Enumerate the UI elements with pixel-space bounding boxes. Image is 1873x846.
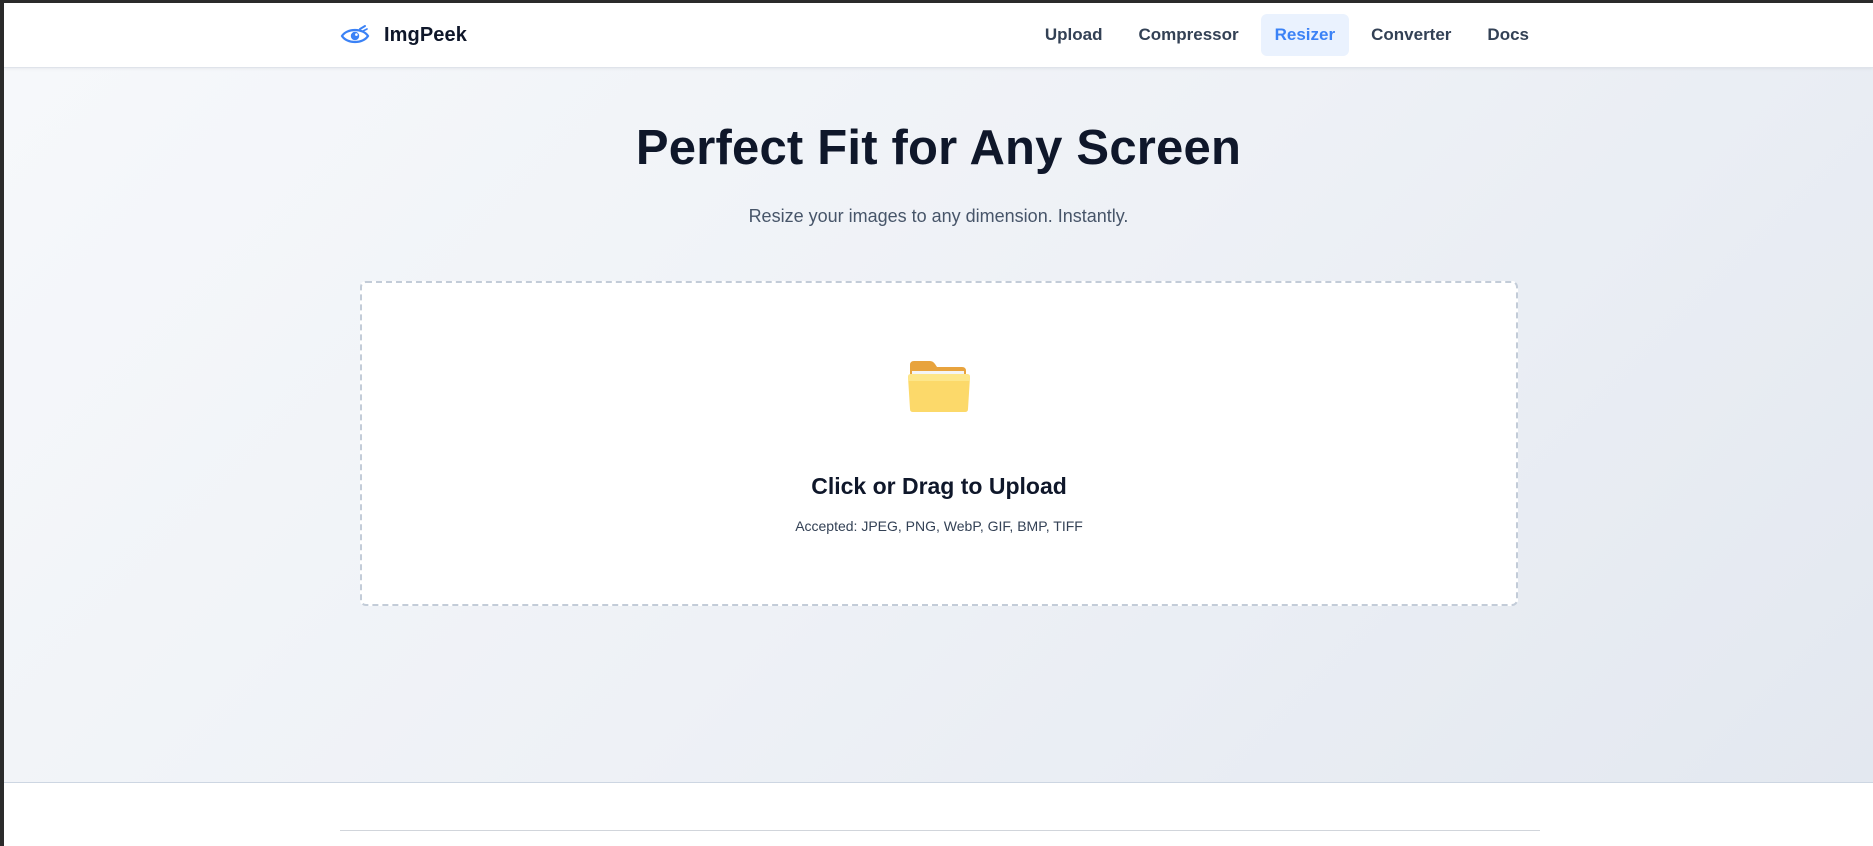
brand-name: ImgPeek <box>384 23 467 46</box>
nav-upload[interactable]: Upload <box>1031 14 1117 56</box>
app-window: ImgPeek Upload Compressor Resizer Conver… <box>0 0 1873 846</box>
main-nav: Upload Compressor Resizer Converter Docs <box>1031 14 1543 56</box>
nav-converter[interactable]: Converter <box>1357 14 1465 56</box>
dropzone-title: Click or Drag to Upload <box>811 473 1067 499</box>
top-navbar: ImgPeek Upload Compressor Resizer Conver… <box>4 3 1873 68</box>
footer-divider <box>340 830 1540 831</box>
accepted-formats: Accepted: JPEG, PNG, WebP, GIF, BMP, TIF… <box>795 518 1083 534</box>
folder-icon <box>906 357 972 415</box>
brand[interactable]: ImgPeek <box>340 3 467 67</box>
upload-dropzone[interactable]: Click or Drag to Upload Accepted: JPEG, … <box>360 281 1518 606</box>
page-subtitle: Resize your images to any dimension. Ins… <box>748 206 1129 226</box>
nav-resizer[interactable]: Resizer <box>1260 14 1350 56</box>
nav-docs[interactable]: Docs <box>1473 14 1543 56</box>
eye-logo-icon <box>340 24 370 46</box>
hero-section: Perfect Fit for Any Screen Resize your i… <box>4 68 1873 783</box>
nav-compressor[interactable]: Compressor <box>1124 14 1252 56</box>
page-title: Perfect Fit for Any Screen <box>635 121 1242 175</box>
